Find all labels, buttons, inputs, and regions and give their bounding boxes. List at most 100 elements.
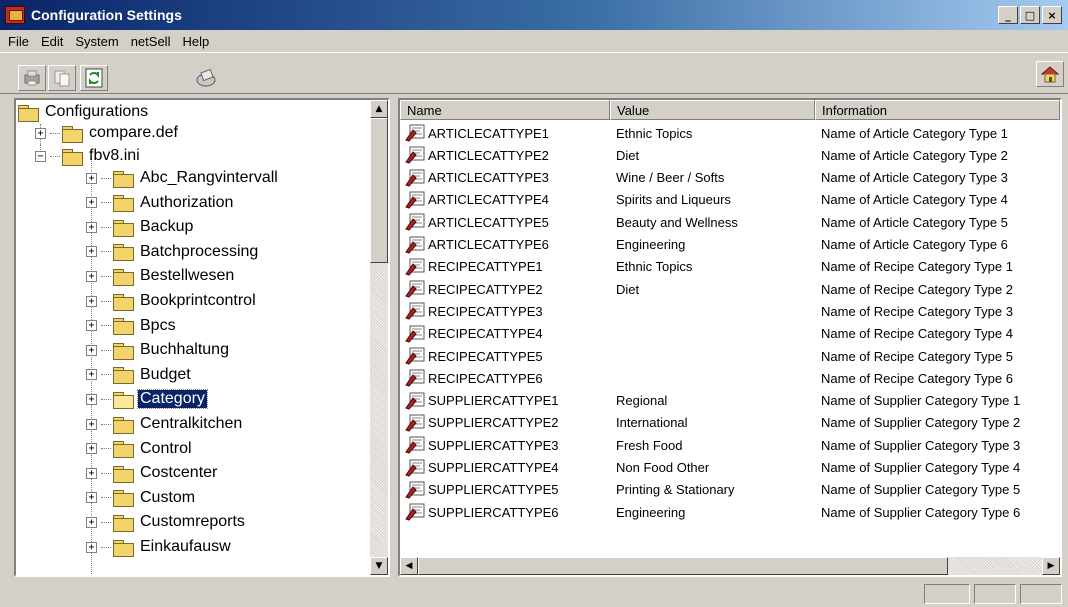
tree-folder-bestellwesen[interactable]: + Bestellwesen	[86, 264, 236, 288]
expand-icon[interactable]: +	[86, 320, 97, 332]
expand-icon[interactable]: +	[86, 369, 97, 381]
scroll-down-icon[interactable]: ▼	[370, 557, 388, 575]
table-row[interactable]: RECIPECATTYPE5 Name of Recipe Category Ty…	[400, 345, 1060, 367]
scroll-up-icon[interactable]: ▲	[370, 100, 388, 118]
scroll-left-icon[interactable]: ◀	[400, 557, 418, 575]
tree-folder-batchprocessing[interactable]: + Batchprocessing	[86, 240, 260, 264]
cell-name: ARTICLECATTYPE5	[400, 213, 610, 231]
table-row[interactable]: ARTICLECATTYPE6 Engineering Name of Articl…	[400, 234, 1060, 256]
expand-icon[interactable]: +	[86, 418, 97, 430]
table-row[interactable]: RECIPECATTYPE4 Name of Recipe Category Ty…	[400, 323, 1060, 345]
cell-value: Diet	[616, 147, 640, 163]
tree-folder-control[interactable]: + Control	[86, 437, 194, 461]
cell-name: SUPPLIERCATTYPE2	[400, 414, 610, 432]
refresh-button[interactable]	[80, 65, 108, 91]
cell-name: RECIPECATTYPE6	[400, 369, 610, 387]
collapse-icon[interactable]: −	[35, 150, 46, 162]
tree-folder-category[interactable]: + Category	[86, 387, 208, 411]
expand-icon[interactable]: +	[86, 344, 97, 356]
settings-list[interactable]: Name Value Information ARTICLECATTYPE1 Et…	[398, 98, 1062, 577]
table-row[interactable]: RECIPECATTYPE1 Ethnic Topics Name of Recip…	[400, 256, 1060, 278]
menu-edit[interactable]: Edit	[37, 34, 71, 49]
scroll-thumb[interactable]	[418, 557, 948, 575]
table-row[interactable]: ARTICLECATTYPE5 Beauty and Wellness Name o…	[400, 211, 1060, 233]
tree-folder-bpcs[interactable]: + Bpcs	[86, 314, 178, 338]
expand-icon[interactable]: +	[86, 197, 97, 209]
table-row[interactable]: SUPPLIERCATTYPE5 Printing & Stationary Nam…	[400, 479, 1060, 501]
cell-information: Name of Recipe Category Type 2	[821, 281, 1013, 297]
column-header-name[interactable]: Name	[400, 100, 610, 120]
column-header-information[interactable]: Information	[815, 100, 1060, 120]
tree-folder-costcenter[interactable]: + Costcenter	[86, 461, 219, 485]
tree-folder-budget[interactable]: + Budget	[86, 363, 193, 387]
cell-name: ARTICLECATTYPE4	[400, 191, 610, 209]
expand-icon[interactable]: +	[86, 270, 97, 282]
tree-item-compare-def[interactable]: + compare.def	[35, 121, 180, 145]
expand-icon[interactable]: +	[86, 246, 97, 258]
expand-icon[interactable]: +	[86, 221, 97, 233]
tree-folder-custom[interactable]: + Custom	[86, 486, 197, 510]
column-header-value[interactable]: Value	[610, 100, 815, 120]
expand-icon[interactable]: +	[86, 393, 97, 405]
tree-root-label: Configurations	[45, 103, 149, 120]
row-name: ARTICLECATTYPE6	[428, 237, 549, 252]
folder-icon	[113, 268, 134, 286]
cell-name: RECIPECATTYPE2	[400, 280, 610, 298]
scroll-right-icon[interactable]: ▶	[1042, 557, 1060, 575]
tree-folder-authorization[interactable]: + Authorization	[86, 191, 235, 215]
tree-folder-abc-rangvintervall[interactable]: + Abc_Rangvintervall	[86, 166, 280, 190]
close-button[interactable]: ×	[1042, 6, 1062, 24]
settings-button[interactable]	[192, 65, 220, 91]
table-row[interactable]: ARTICLECATTYPE3 Wine / Beer / Softs Name o…	[400, 167, 1060, 189]
status-panel	[974, 584, 1016, 604]
table-row[interactable]: SUPPLIERCATTYPE1 Regional Name of Supplier…	[400, 390, 1060, 412]
tree-folder-centralkitchen[interactable]: + Centralkitchen	[86, 412, 244, 436]
table-row[interactable]: RECIPECATTYPE3 Name of Recipe Category Ty…	[400, 300, 1060, 322]
expand-icon[interactable]: +	[35, 127, 46, 139]
table-row[interactable]: RECIPECATTYPE6 Name of Recipe Category Ty…	[400, 367, 1060, 389]
table-row[interactable]: RECIPECATTYPE2 Diet Name of Recipe Categor…	[400, 278, 1060, 300]
tree-folder-einkaufausw[interactable]: + Einkaufausw	[86, 535, 233, 559]
scroll-thumb[interactable]	[370, 118, 388, 263]
cell-information: Name of Recipe Category Type 1	[821, 259, 1013, 275]
table-row[interactable]: SUPPLIERCATTYPE2 International Name of Sup…	[400, 412, 1060, 434]
expand-icon[interactable]: +	[86, 492, 97, 504]
menu-file[interactable]: File	[4, 34, 37, 49]
expand-icon[interactable]: +	[86, 467, 97, 479]
table-row[interactable]: SUPPLIERCATTYPE6 Engineering Name of Suppl…	[400, 501, 1060, 523]
tree-folder-customreports[interactable]: + Customreports	[86, 510, 247, 534]
folder-icon	[113, 219, 134, 237]
table-row[interactable]: ARTICLECATTYPE4 Spirits and Liqueurs Name …	[400, 189, 1060, 211]
key-value-icon	[405, 503, 425, 521]
tree-folder-buchhaltung[interactable]: + Buchhaltung	[86, 338, 231, 362]
expand-icon[interactable]: +	[86, 295, 97, 307]
home-button[interactable]	[1036, 61, 1064, 87]
table-row[interactable]: ARTICLECATTYPE2 Diet Name of Article Categ…	[400, 144, 1060, 166]
cell-name: ARTICLECATTYPE1	[400, 124, 610, 142]
menu-help[interactable]: Help	[178, 34, 217, 49]
expand-icon[interactable]: +	[86, 172, 97, 184]
table-row[interactable]: ARTICLECATTYPE1 Ethnic Topics Name of Arti…	[400, 122, 1060, 144]
menu-system[interactable]: System	[71, 34, 126, 49]
copy-button[interactable]	[48, 65, 76, 91]
table-row[interactable]: SUPPLIERCATTYPE4 Non Food Other Name of Su…	[400, 457, 1060, 479]
tree-vertical-scrollbar[interactable]: ▲ ▼	[370, 100, 388, 575]
table-row[interactable]: SUPPLIERCATTYPE3 Fresh Food Name of Suppli…	[400, 434, 1060, 456]
menu-netsell[interactable]: netSell	[127, 34, 179, 49]
print-button[interactable]	[18, 65, 46, 91]
expand-icon[interactable]: +	[86, 516, 97, 528]
cell-value: Engineering	[616, 504, 686, 520]
toolbar	[0, 52, 1068, 94]
settings-icon	[196, 68, 216, 87]
cell-value: Wine / Beer / Softs	[616, 170, 725, 186]
expand-icon[interactable]: +	[86, 443, 97, 455]
maximize-button[interactable]: □	[1020, 6, 1040, 24]
tree-folder-bookprintcontrol[interactable]: + Bookprintcontrol	[86, 289, 258, 313]
expand-icon[interactable]: +	[86, 541, 97, 553]
list-horizontal-scrollbar[interactable]: ◀ ▶	[400, 557, 1060, 575]
config-tree[interactable]: Configurations + compare.def − fbv8.ini …	[14, 98, 390, 577]
cell-name: SUPPLIERCATTYPE4	[400, 459, 610, 477]
tree-folder-backup[interactable]: + Backup	[86, 215, 195, 239]
minimize-button[interactable]: _	[998, 6, 1018, 24]
tree-item-fbv8-ini[interactable]: − fbv8.ini	[35, 144, 142, 168]
